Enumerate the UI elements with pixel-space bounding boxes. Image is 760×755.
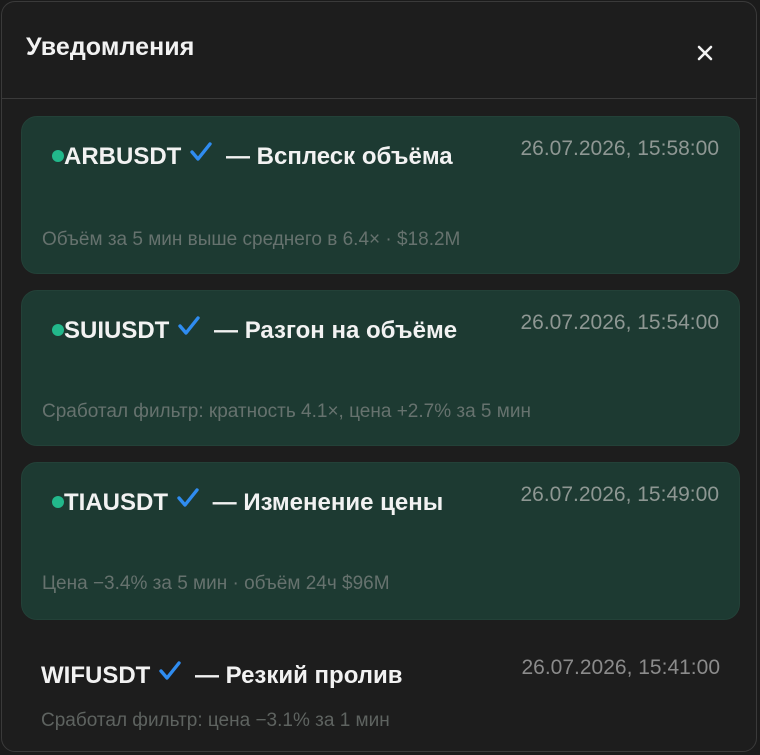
notification-description: Сработал фильтр: кратность 4.1×, цена +2… bbox=[42, 401, 531, 422]
notification-item[interactable]: SUIUSDT — Разгон на объёме 26.07.2026, 1… bbox=[21, 290, 740, 446]
event-separator: — bbox=[207, 317, 245, 344]
event-label: Всплеск объёма bbox=[256, 143, 453, 170]
symbol-label: WIFUSDT bbox=[41, 662, 151, 689]
notification-item[interactable]: WIFUSDT — Резкий пролив 26.07.2026, 15:4… bbox=[21, 636, 740, 746]
notification-title: TIAUSDT — Изменение цены bbox=[42, 483, 462, 523]
notification-list: ARBUSDT — Всплеск объёма 26.07.2026, 15:… bbox=[21, 116, 740, 751]
unread-dot bbox=[52, 150, 64, 162]
notification-time: 26.07.2026, 15:41:00 bbox=[521, 656, 720, 679]
verified-check-icon bbox=[178, 316, 201, 335]
event-separator: — bbox=[188, 662, 226, 689]
notifications-panel: Уведомления ARBUSDT — Всплеск объёма 26.… bbox=[1, 1, 757, 752]
notification-item[interactable]: ARBUSDT — Всплеск объёма 26.07.2026, 15:… bbox=[21, 116, 740, 274]
unread-dot bbox=[52, 496, 64, 508]
notification-description: Сработал фильтр: цена −3.1% за 1 мин bbox=[41, 710, 390, 731]
panel-title: Уведомления bbox=[26, 33, 195, 61]
verified-check-icon bbox=[190, 142, 213, 161]
close-button[interactable] bbox=[690, 38, 720, 68]
event-separator: — bbox=[219, 143, 257, 170]
unread-dot bbox=[52, 324, 64, 336]
notification-time: 26.07.2026, 15:54:00 bbox=[520, 311, 719, 334]
panel-header: Уведомления bbox=[2, 2, 756, 99]
event-label: Изменение цены bbox=[243, 489, 444, 516]
verified-check-icon bbox=[159, 661, 182, 680]
symbol-label: SUIUSDT bbox=[64, 317, 170, 344]
notification-title: ARBUSDT — Всплеск объёма bbox=[42, 137, 462, 177]
verified-check-icon bbox=[177, 488, 199, 507]
notification-description: Цена −3.4% за 5 мин · объём 24ч $96M bbox=[42, 573, 390, 594]
notification-item[interactable]: TIAUSDT — Изменение цены 26.07.2026, 15:… bbox=[21, 462, 740, 620]
notification-time: 26.07.2026, 15:58:00 bbox=[520, 137, 719, 160]
symbol-label: ARBUSDT bbox=[64, 143, 182, 170]
notification-title: SUIUSDT — Разгон на объёме bbox=[42, 311, 462, 351]
event-label: Разгон на объёме bbox=[244, 317, 458, 344]
notification-time: 26.07.2026, 15:49:00 bbox=[520, 483, 719, 506]
notification-title: WIFUSDT — Резкий пролив bbox=[41, 656, 521, 696]
notification-description: Объём за 5 мин выше среднего в 6.4× · $1… bbox=[42, 229, 461, 250]
symbol-label: TIAUSDT bbox=[64, 489, 168, 516]
event-separator: — bbox=[206, 489, 244, 516]
event-label: Резкий пролив bbox=[225, 662, 403, 689]
close-icon bbox=[697, 45, 713, 61]
